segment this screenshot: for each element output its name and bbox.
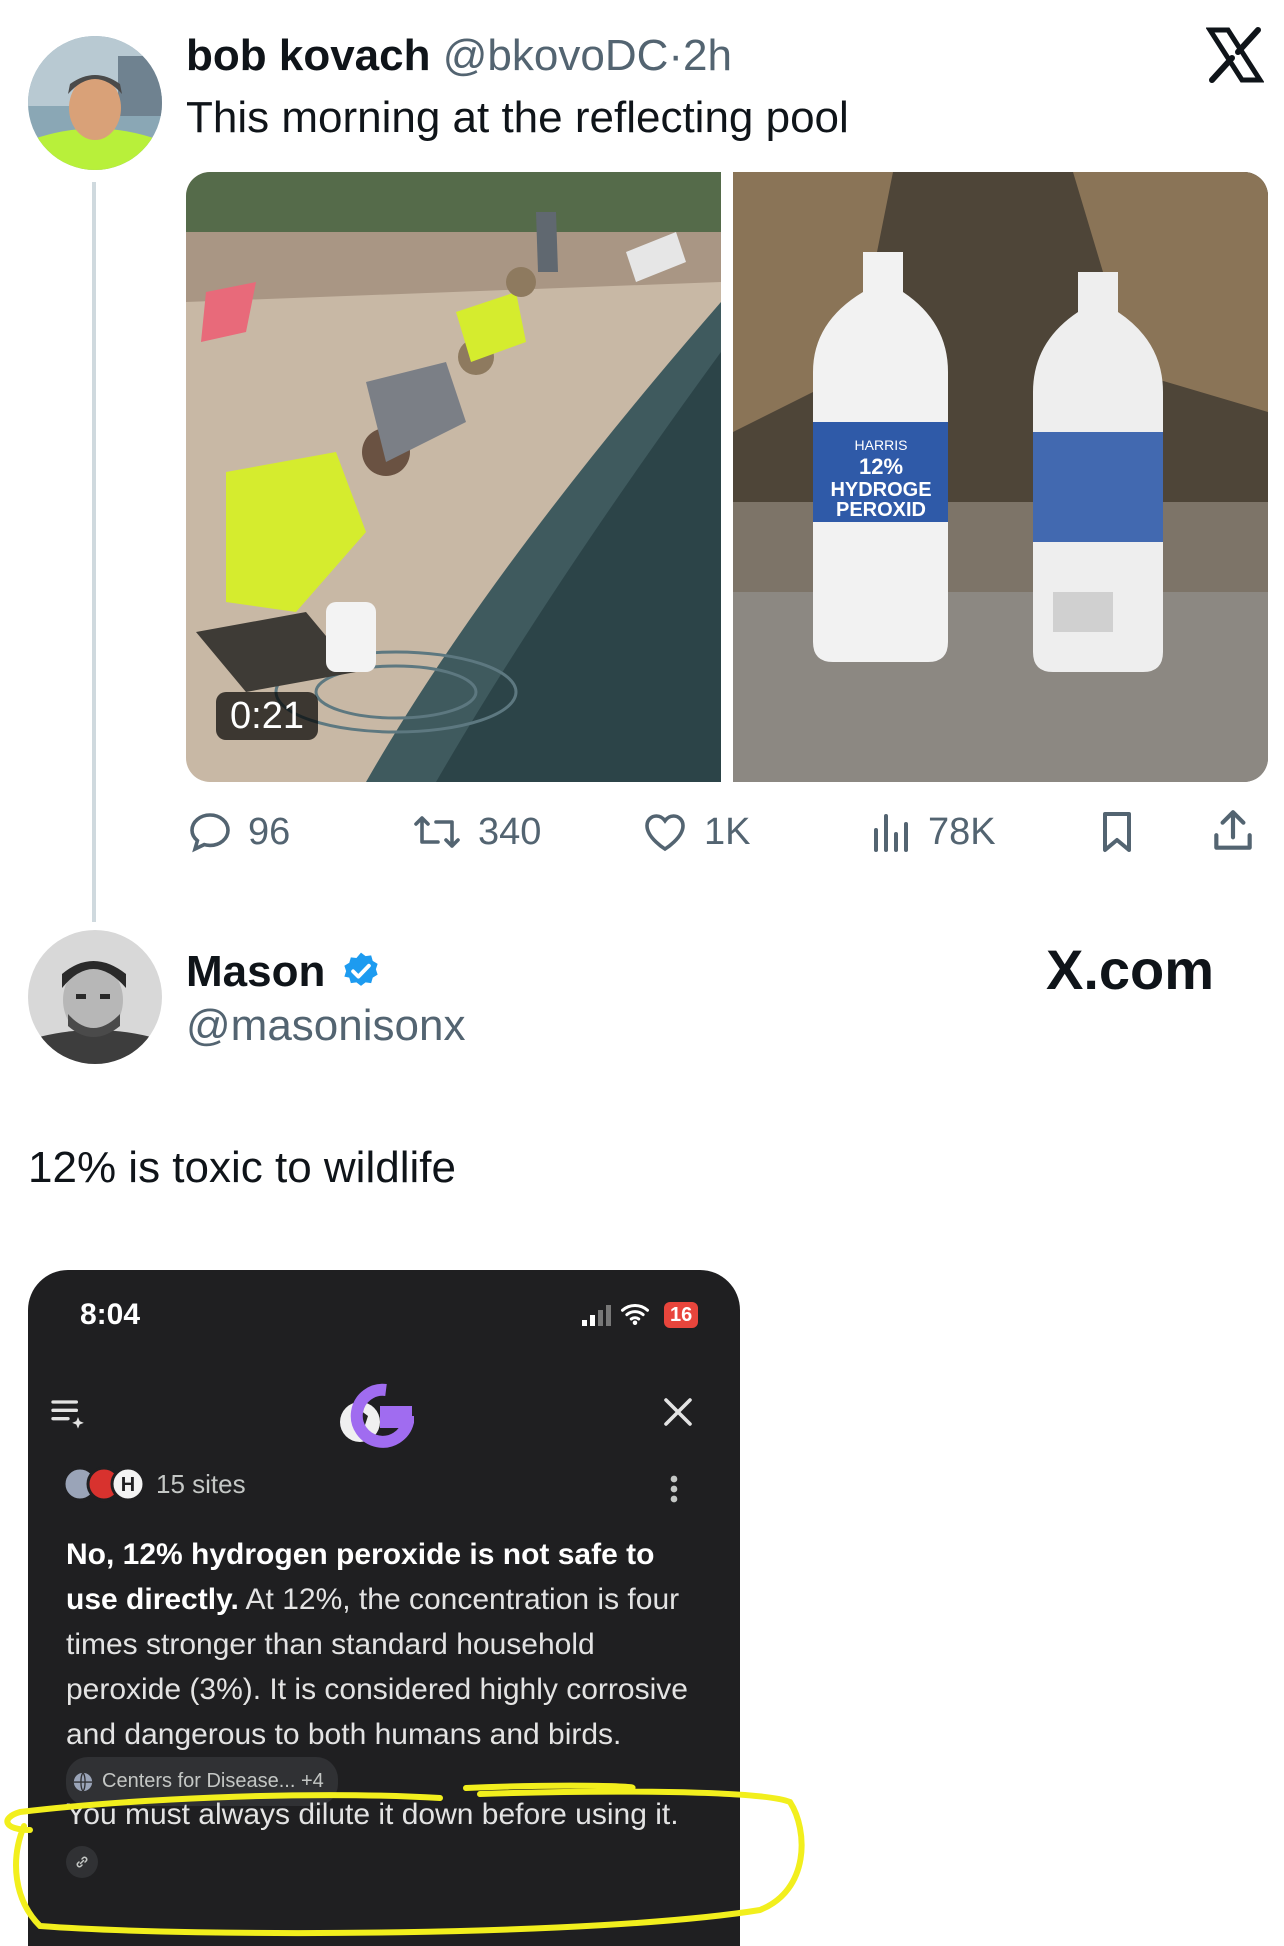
- author-avatar[interactable]: [28, 36, 162, 170]
- retweet-count: 340: [478, 810, 542, 853]
- bookmark-button[interactable]: [1096, 808, 1138, 856]
- close-icon[interactable]: [660, 1394, 696, 1430]
- bottle-concentration: 12%: [859, 454, 903, 479]
- reply-count: 96: [248, 810, 291, 853]
- author-line: bob kovach @bkovoDC·2h: [186, 30, 732, 82]
- reply-icon: [190, 813, 230, 853]
- reply-author-name[interactable]: Mason: [186, 947, 325, 996]
- bookmark-icon: [1103, 812, 1131, 852]
- reply-author-handle[interactable]: @masonisonx: [186, 1001, 465, 1050]
- bottle-line-1: HYDROGE: [830, 479, 931, 501]
- wifi-icon: [621, 1303, 649, 1325]
- reply-author-avatar[interactable]: [28, 930, 162, 1064]
- bottle-line-2: PEROXID: [836, 499, 926, 521]
- views-icon: [874, 814, 908, 852]
- retweet-icon: [414, 816, 460, 848]
- sources-row[interactable]: H 15 sites: [62, 1466, 246, 1502]
- tweet-media[interactable]: 0:21 HARRIS 12% HYDROGE PEROXID: [186, 172, 1268, 782]
- x-logo-icon: [1205, 26, 1265, 88]
- google-logo-icon: [340, 1383, 414, 1448]
- like-button[interactable]: 1K: [640, 808, 750, 856]
- status-time: 8:04: [80, 1298, 141, 1331]
- tweet-time[interactable]: 2h: [683, 31, 732, 80]
- bottles-image[interactable]: HARRIS 12% HYDROGE PEROXID: [733, 172, 1268, 782]
- author-handle[interactable]: @bkovoDC: [443, 31, 669, 80]
- signal-icon: [582, 1305, 611, 1326]
- highlight-annotation: [4, 1782, 805, 1937]
- source-favicons-icon: H: [62, 1466, 146, 1502]
- history-icon[interactable]: [48, 1392, 88, 1432]
- x-site-label: X.com: [1046, 938, 1215, 1001]
- views-count: 78K: [928, 810, 996, 853]
- like-count: 1K: [704, 810, 751, 853]
- like-icon: [645, 814, 685, 852]
- views-button[interactable]: 78K: [870, 808, 996, 856]
- author-name[interactable]: bob kovach: [186, 31, 431, 80]
- sources-count: 15 sites: [156, 1468, 246, 1499]
- reply-author-handle-line: @masonisonx: [186, 1000, 465, 1052]
- svg-text:H: H: [121, 1474, 135, 1496]
- retweet-button[interactable]: 340: [410, 808, 541, 856]
- reply-text: 12% is toxic to wildlife: [28, 1143, 456, 1192]
- bottle-brand: HARRIS: [855, 437, 908, 453]
- battery-indicator: 16: [664, 1302, 699, 1328]
- reply-author-line: Mason: [186, 946, 325, 998]
- video-duration: 0:21: [216, 692, 318, 740]
- thread-line: [92, 182, 96, 922]
- separator-dot: ·: [668, 31, 684, 80]
- reply-button[interactable]: 96: [186, 808, 290, 856]
- share-icon: [1214, 810, 1252, 850]
- video-thumbnail[interactable]: 0:21: [186, 172, 721, 782]
- tweet-text: This morning at the reflecting pool: [186, 93, 849, 142]
- share-button[interactable]: [1210, 806, 1256, 856]
- verified-badge-icon: [344, 952, 378, 986]
- more-options-icon[interactable]: [668, 1474, 680, 1504]
